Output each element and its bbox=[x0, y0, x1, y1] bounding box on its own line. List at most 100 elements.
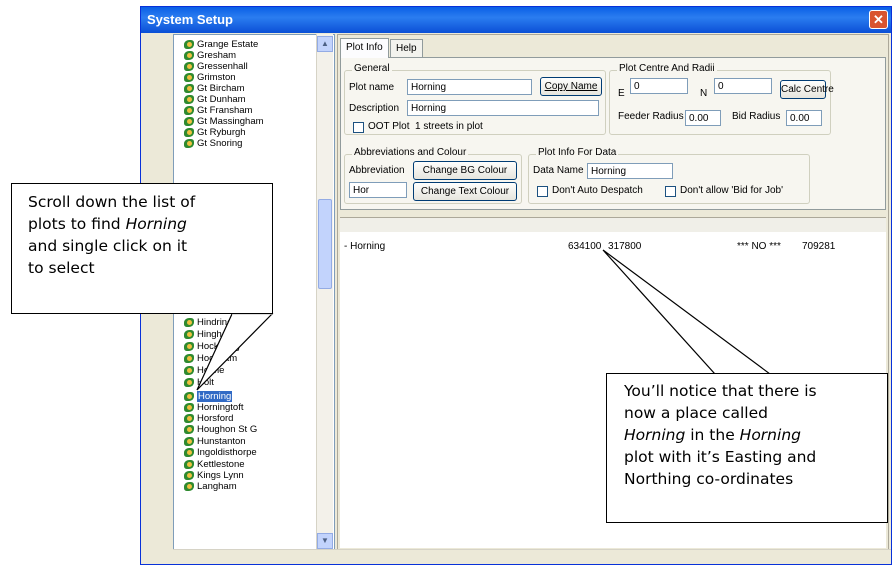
right-callout: You’ll notice that there is now a place … bbox=[606, 373, 888, 523]
callout-text: in the bbox=[685, 426, 740, 444]
list-item[interactable]: Kings Lynn bbox=[184, 470, 244, 481]
tree-item-label: Hindringham bbox=[197, 317, 251, 328]
plot-info-for-data-group: Plot Info For Data Data Name Don't Auto … bbox=[528, 147, 810, 204]
auto-despatch-checkbox[interactable] bbox=[537, 186, 548, 197]
list-item[interactable]: Hunstanton bbox=[184, 436, 246, 447]
calc-centre-button[interactable]: Calc Centre bbox=[780, 80, 834, 99]
tree-item-label: Grimston bbox=[197, 72, 236, 83]
flag-value: *** NO *** bbox=[737, 241, 781, 252]
chevron-down-icon: ▼ bbox=[321, 536, 329, 545]
plot-icon bbox=[184, 83, 194, 93]
close-icon: ✕ bbox=[873, 12, 884, 27]
list-item[interactable]: Hockham bbox=[184, 353, 237, 364]
data-name-label: Data Name bbox=[533, 165, 584, 176]
chevron-up-icon: ▲ bbox=[321, 39, 329, 48]
tab-help[interactable]: Help bbox=[390, 39, 423, 57]
list-item[interactable]: Gt Ryburgh bbox=[184, 127, 246, 138]
list-item[interactable]: Gresham bbox=[184, 50, 236, 61]
callout-line: Scroll down the list of bbox=[28, 193, 196, 211]
list-item[interactable]: Hockering bbox=[184, 341, 240, 352]
list-header bbox=[340, 218, 886, 232]
tree-item-label: Houghon St G bbox=[197, 424, 258, 435]
description-field[interactable] bbox=[407, 100, 599, 116]
list-item[interactable]: Gt Snoring bbox=[184, 138, 242, 149]
change-text-colour-button[interactable]: Change Text Colour bbox=[413, 182, 517, 201]
tree-item-label: Langham bbox=[197, 481, 237, 492]
list-item[interactable]: Gt Bircham bbox=[184, 83, 245, 94]
list-item[interactable]: Grimston bbox=[184, 72, 236, 83]
list-item[interactable]: Grange Estate bbox=[184, 39, 258, 50]
abbreviation-field[interactable] bbox=[349, 182, 407, 198]
list-item[interactable]: Hingham bbox=[184, 329, 235, 340]
id-value: 709281 bbox=[802, 241, 836, 252]
oot-plot-checkbox[interactable] bbox=[353, 122, 364, 133]
northing-field[interactable] bbox=[714, 78, 772, 94]
tree-item-label: Gresham bbox=[197, 50, 237, 61]
plot-icon bbox=[184, 470, 194, 480]
left-callout: Scroll down the list of plots to find Ho… bbox=[11, 183, 273, 314]
easting-field[interactable] bbox=[630, 78, 688, 94]
plot-info-page: General Plot name Copy Name Description … bbox=[340, 57, 886, 210]
tab-label: Plot Info bbox=[346, 42, 383, 53]
tree-item-label: Gt Bircham bbox=[197, 83, 245, 94]
description-label: Description bbox=[349, 103, 400, 114]
list-item[interactable]: Kettlestone bbox=[184, 459, 245, 470]
tree-item-label: Hunstanton bbox=[197, 436, 246, 447]
tab-plot-info[interactable]: Plot Info bbox=[340, 38, 389, 58]
list-item[interactable]: Horsford bbox=[184, 413, 233, 424]
close-button[interactable]: ✕ bbox=[869, 10, 888, 29]
data-name-field[interactable] bbox=[587, 163, 673, 179]
list-item[interactable]: Gt Massingham bbox=[184, 116, 264, 127]
list-item[interactable]: Holme bbox=[184, 365, 224, 376]
tree-item-label: Ingoldisthorpe bbox=[197, 447, 257, 458]
tree-item-label: Kings Lynn bbox=[197, 470, 244, 481]
bid-radius-label: Bid Radius bbox=[732, 111, 781, 122]
plot-name-field[interactable] bbox=[407, 79, 532, 95]
general-group: General Plot name Copy Name Description … bbox=[344, 63, 606, 135]
callout-line: to select bbox=[28, 259, 95, 277]
callout-line: Horning in the Horning bbox=[624, 424, 887, 446]
plot-icon bbox=[184, 138, 194, 148]
list-item[interactable]: Houghon St G bbox=[184, 424, 257, 435]
change-bg-colour-button[interactable]: Change BG Colour bbox=[413, 161, 517, 180]
list-item[interactable]: Langham bbox=[184, 481, 237, 492]
plot-icon bbox=[184, 377, 194, 387]
plot-icon bbox=[184, 481, 194, 491]
plot-icon bbox=[184, 436, 194, 446]
plot-icon bbox=[184, 94, 194, 104]
plot-icon bbox=[184, 116, 194, 126]
list-item[interactable]: Horning bbox=[184, 391, 233, 402]
tree-item-label: Hockham bbox=[197, 353, 238, 364]
plot-icon bbox=[184, 424, 194, 434]
plot-icon bbox=[184, 317, 194, 327]
list-item[interactable]: Hindringham bbox=[184, 317, 251, 328]
list-item[interactable]: Horningtoft bbox=[184, 402, 243, 413]
callout-line: You’ll notice that there is bbox=[624, 382, 817, 400]
status-bar bbox=[173, 549, 891, 564]
list-item[interactable]: Holt bbox=[184, 377, 214, 388]
tab-label: Help bbox=[396, 43, 417, 54]
tree-item-label: Horning bbox=[197, 391, 233, 402]
copy-name-button[interactable]: Copy Name bbox=[540, 77, 602, 96]
plot-name-label: Plot name bbox=[349, 82, 395, 93]
list-item[interactable]: Gressenhall bbox=[184, 61, 248, 72]
tree-item-label: Horningtoft bbox=[197, 402, 244, 413]
scroll-thumb[interactable] bbox=[318, 199, 332, 289]
callout-line: Northing co-ordinates bbox=[624, 470, 794, 488]
list-item[interactable]: Gt Dunham bbox=[184, 94, 246, 105]
callout-emphasis: Horning bbox=[624, 426, 686, 444]
auto-despatch-label: Don't Auto Despatch bbox=[552, 185, 643, 196]
bid-for-job-checkbox[interactable] bbox=[665, 186, 676, 197]
callout-line: and single click on it bbox=[28, 237, 188, 255]
scroll-down-button[interactable]: ▼ bbox=[317, 533, 333, 549]
tree-scrollbar[interactable]: ▲ ▼ bbox=[316, 34, 333, 551]
feeder-radius-field[interactable] bbox=[685, 110, 721, 126]
bid-radius-field[interactable] bbox=[786, 110, 822, 126]
list-item[interactable]: Ingoldisthorpe bbox=[184, 447, 257, 458]
scroll-up-button[interactable]: ▲ bbox=[317, 36, 333, 52]
title-bar[interactable]: System Setup ✕ bbox=[141, 7, 891, 33]
place-name: - Horning bbox=[344, 241, 386, 252]
plot-icon bbox=[184, 105, 194, 115]
callout-line: now a place called bbox=[624, 404, 768, 422]
list-item[interactable]: Gt Fransham bbox=[184, 105, 252, 116]
